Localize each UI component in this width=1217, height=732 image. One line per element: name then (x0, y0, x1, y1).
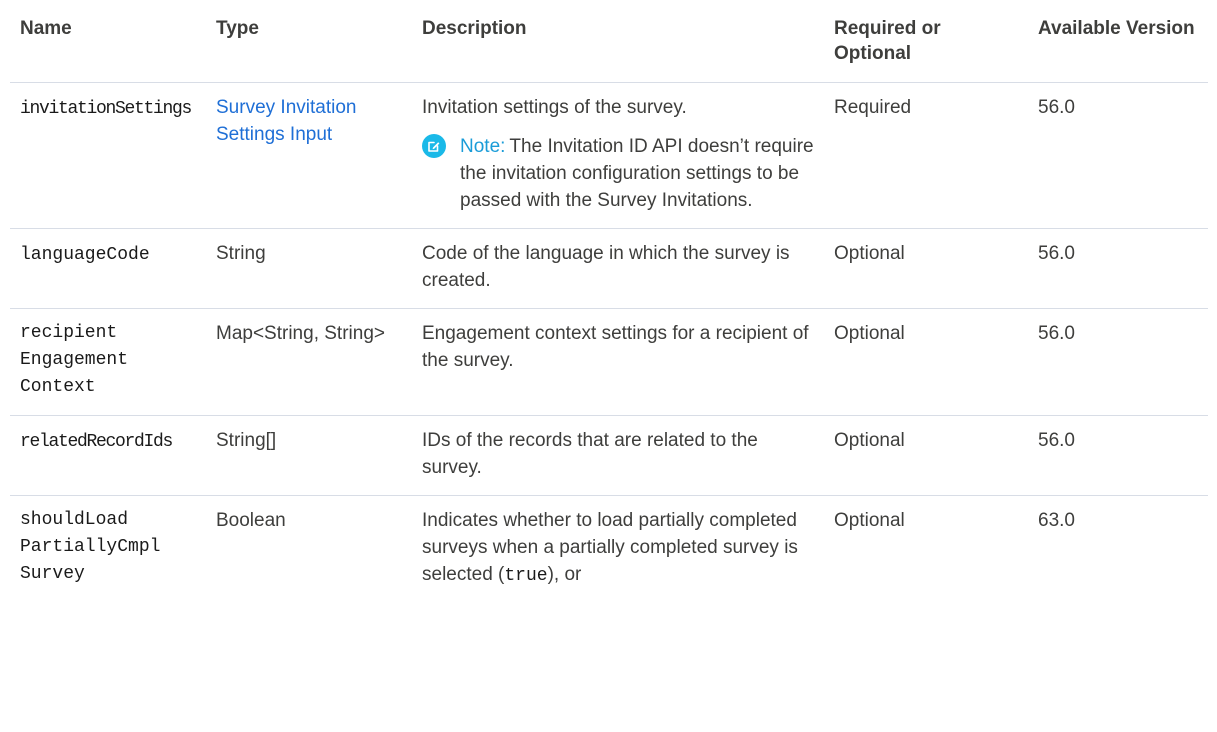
param-name-text: shouldLoad PartiallyCmpl Survey (20, 507, 196, 588)
table-header: Name Type Description Required or Option… (10, 0, 1208, 83)
param-name-line: Context (20, 377, 96, 397)
param-version: 56.0 (1028, 228, 1208, 309)
param-name-line: recipient (20, 323, 118, 343)
note-callout: Note: The Invitation ID API doesn’t requi… (422, 133, 814, 214)
table-row: relatedRecordIds String[] IDs of the rec… (10, 415, 1208, 496)
param-description: Invitation settings of the survey. Note:… (412, 82, 824, 229)
param-type: Survey Invitation Settings Input (206, 82, 412, 229)
param-name: shouldLoad PartiallyCmpl Survey (10, 496, 206, 605)
param-name-text: languageCode (20, 245, 150, 265)
header-description: Description (412, 0, 824, 83)
table-row: recipient Engagement Context Map<String,… (10, 308, 1208, 416)
param-required: Optional (824, 228, 1028, 309)
param-description: Engagement context settings for a recipi… (412, 308, 824, 416)
param-type: Boolean (216, 510, 286, 531)
param-version: 63.0 (1038, 510, 1075, 531)
param-description: IDs of the records that are related to t… (412, 415, 824, 496)
param-name-line: shouldLoad (20, 510, 129, 530)
param-version: 56.0 (1028, 82, 1208, 229)
param-name-line: Engagement (20, 350, 129, 370)
param-name-text: invitationSettings (20, 99, 192, 119)
table-body: invitationSettings Survey Invitation Set… (10, 82, 1208, 605)
param-name: languageCode (10, 228, 206, 309)
param-required: Optional (834, 510, 905, 531)
header-version: Available Version (1028, 0, 1208, 83)
note-label: Note: (460, 136, 506, 157)
note-text: The Invitation ID API doesn’t require th… (460, 136, 814, 211)
param-type: String[] (206, 415, 412, 496)
parameters-table: Name Type Description Required or Option… (10, 0, 1208, 604)
header-required: Required or Optional (824, 0, 1028, 83)
param-description: Code of the language in which the survey… (412, 228, 824, 309)
param-type: String (206, 228, 412, 309)
table-row: languageCode String Code of the language… (10, 228, 1208, 309)
param-required: Optional (824, 308, 1028, 416)
description-code: true (504, 566, 548, 586)
param-name: relatedRecordIds (10, 415, 206, 496)
param-name-line: PartiallyCmpl (20, 537, 161, 557)
param-name: recipient Engagement Context (10, 308, 206, 416)
table-row: invitationSettings Survey Invitation Set… (10, 82, 1208, 229)
note-edit-icon (422, 134, 446, 158)
param-type: Map<String, String> (206, 308, 412, 416)
type-link-survey-invitation-settings-input[interactable]: Survey Invitation Settings Input (216, 97, 356, 145)
description-text: Indicates whether to load partially comp… (422, 510, 798, 585)
header-row: Name Type Description Required or Option… (10, 0, 1208, 83)
param-name-text: relatedRecordIds (20, 432, 173, 452)
param-required: Required (824, 82, 1028, 229)
description-text-after: ), or (547, 564, 582, 585)
param-name-line: Survey (20, 564, 85, 584)
note-body: Note: The Invitation ID API doesn’t requi… (460, 133, 814, 214)
param-required: Optional (824, 415, 1028, 496)
param-version: 56.0 (1028, 415, 1208, 496)
param-description: Indicates whether to load partially comp… (412, 496, 824, 605)
header-type: Type (206, 0, 412, 83)
description-text: Invitation settings of the survey. (422, 97, 687, 118)
param-name-text: recipient Engagement Context (20, 320, 196, 401)
header-name: Name (10, 0, 206, 83)
param-version: 56.0 (1028, 308, 1208, 416)
param-name: invitationSettings (10, 82, 206, 229)
table-row: shouldLoad PartiallyCmpl Survey Boolean … (10, 496, 1208, 605)
